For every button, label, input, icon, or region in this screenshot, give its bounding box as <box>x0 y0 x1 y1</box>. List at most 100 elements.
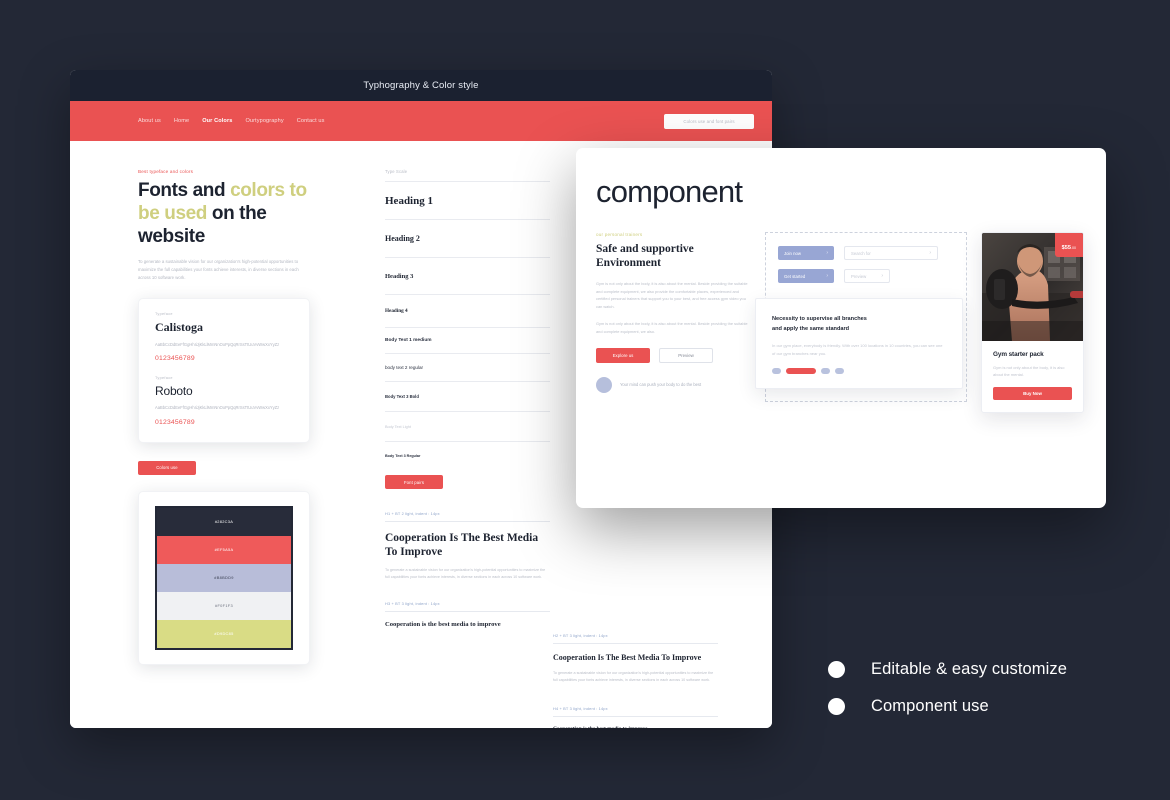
site-navbar: About us Home Our Colors Ourtypography C… <box>70 101 772 141</box>
info-card-title-line2: and apply the same standard <box>772 325 850 332</box>
typeface-name-calistoga: Calistoga <box>155 320 203 335</box>
type-scale-text-body1: Body Text 1 medium <box>385 338 432 343</box>
sample-block-h3: H3 + BT 3 light, indent : 14px Cooperati… <box>385 601 550 629</box>
type-scale-row-body2: body text 2 regular <box>385 353 550 381</box>
typeface-alphabet-calistoga: AaBbCcDdEeFfGgHhIiJjKkLlMmNnOoPpQqRrSsTt… <box>155 342 280 348</box>
product-image: $55.00 <box>982 233 1083 341</box>
legend-item-editable: Editable & easy customize <box>828 660 1067 679</box>
window-titlebar: Typhography & Color style <box>70 70 772 101</box>
carousel-dot-3[interactable] <box>821 368 830 375</box>
colors-use-button[interactable]: Colors use <box>138 460 196 475</box>
sample-spec-h2: H2 + BT 3 light, indent : 14px <box>553 633 608 638</box>
type-scale-text-h1: Heading 1 <box>385 194 433 207</box>
chevron-right-icon: › <box>826 250 828 256</box>
carousel-dot-1[interactable] <box>772 368 781 375</box>
type-scale-row-bodylight: Body Text Light <box>385 411 550 441</box>
nav-link-contact-us[interactable]: Contact us <box>297 118 325 124</box>
nav-links: About us Home Our Colors Ourtypography C… <box>138 118 325 124</box>
swatch-hex-red: #EF5A5A <box>214 547 234 553</box>
sample-spec-h3: H3 + BT 3 light, indent : 14px <box>385 600 440 606</box>
swatch-khaki[interactable]: #D9DC85 <box>157 619 291 648</box>
component-controls-block: Join now › Search for › Get started › Pr… <box>755 232 967 413</box>
chevron-right-icon: › <box>881 273 883 279</box>
component-showcase-card: component our personal trainers Safe and… <box>576 148 1106 508</box>
avatar <box>596 376 612 393</box>
sample-block-h4: H4 + BT 3 light, indent : 14px Cooperati… <box>553 706 718 728</box>
hero-title: Fonts and colors to be used on the websi… <box>138 180 310 248</box>
type-scale-row-body3bold: Body Text 3 Bold <box>385 381 550 411</box>
search-placeholder: Search for <box>851 250 871 256</box>
type-scale-column: Type Scale Heading 1 Heading 2 Heading 3… <box>385 169 550 629</box>
typeface-label: Typeface <box>155 312 173 317</box>
typeface-alphabet-roboto: AaBbCcDdEeFfGgHhIiJjKkLlMmNnOoPpQqRrSsTt… <box>155 405 280 411</box>
preview-button[interactable]: Preview <box>659 347 713 363</box>
type-scale-row-h3: Heading 3 <box>385 257 550 294</box>
join-now-button[interactable]: Join now › <box>778 246 834 260</box>
price-amount: $55 <box>1061 245 1071 251</box>
type-scale-text-body2: body text 2 regular <box>385 365 424 370</box>
sample-block-h1: H1 + BT 2 light, indent : 14px Cooperati… <box>385 511 550 581</box>
nav-link-ourtypography[interactable]: Ourtypography <box>245 118 283 124</box>
type-scale-text-body3bold: Body Text 3 Bold <box>385 394 419 399</box>
hero-title-part1: Fonts and <box>138 180 231 201</box>
typeface-name-roboto: Roboto <box>155 384 193 399</box>
typeface-digits-calistoga: 0123456789 <box>155 355 195 363</box>
swatch-red[interactable]: #EF5A5A <box>157 535 291 564</box>
component-body: our personal trainers Safe and supportiv… <box>596 232 1084 414</box>
join-now-label: Join now <box>784 250 801 256</box>
chevron-right-icon: › <box>929 250 931 256</box>
get-started-button[interactable]: Get started › <box>778 269 834 283</box>
font-pairs-button[interactable]: Font pairs <box>385 475 443 489</box>
explore-us-button[interactable]: Explore us <box>596 347 650 363</box>
sample-heading-h2: Cooperation Is The Best Media To Improve <box>553 653 702 662</box>
swatch-hex-dark: #282C3A <box>214 519 234 525</box>
quote-text: Your mind can push your body to do the b… <box>620 381 702 387</box>
legend-label-editable: Editable & easy customize <box>871 660 1068 678</box>
typeface-digits-roboto: 0123456789 <box>155 418 195 426</box>
typeface-card: Typeface Calistoga AaBbCcDdEeFfGgHhIiJjK… <box>138 298 310 443</box>
controls-row-2: Get started › Preview › <box>778 269 954 283</box>
navbar-cta-button[interactable]: Colors use and font pairs <box>664 113 754 129</box>
component-eyebrow: our personal trainers <box>596 232 643 237</box>
preview-label: Preview <box>678 352 694 358</box>
swatch-offwhite[interactable]: #F0F1F3 <box>157 591 291 620</box>
explore-us-label: Explore us <box>612 352 634 358</box>
component-paragraph-2: Gym is not only about the body, it is al… <box>596 321 748 334</box>
nav-link-about-us[interactable]: About us <box>138 118 161 124</box>
sample-heading-h4: Cooperation is the best media to improve <box>553 726 718 728</box>
type-scale-row-body1: Body Text 1 medium <box>385 327 550 353</box>
price-cents: .00 <box>1071 246 1076 250</box>
preview-ghost-button[interactable]: Preview › <box>844 269 890 283</box>
get-started-label: Get started <box>784 273 806 279</box>
nav-link-home[interactable]: Home <box>174 118 189 124</box>
component-title: component <box>596 174 743 209</box>
bullet-icon <box>828 661 845 678</box>
legend-item-component-use: Component use <box>828 697 1067 716</box>
nav-link-our-colors[interactable]: Our Colors <box>202 118 232 124</box>
typeface-block-calistoga: Typeface Calistoga AaBbCcDdEeFfGgHhIiJjK… <box>155 312 293 362</box>
sample-paragraph-h1: To generate a sustainable vision for our… <box>385 567 546 579</box>
component-product-block: $55.00 Gym starter pack Gym is not only … <box>981 232 1084 414</box>
buy-now-button[interactable]: Buy Now <box>993 387 1072 401</box>
navbar-cta-label: Colors use and font pairs <box>683 118 735 124</box>
typeface-label-2: Typeface <box>155 376 173 381</box>
chevron-right-icon: › <box>826 273 828 279</box>
sample-spec-h1: H1 + BT 2 light, indent : 14px <box>385 511 440 516</box>
product-body: Gym starter pack Gym is not only about t… <box>982 341 1083 412</box>
swatch-dark[interactable]: #282C3A <box>157 507 291 536</box>
carousel-dot-4[interactable] <box>835 368 844 375</box>
type-scale-text-h3: Heading 3 <box>385 272 414 280</box>
component-button-row: Explore us Preview <box>596 347 751 363</box>
info-card-paragraph: In our gym place, everybody is friendly.… <box>772 343 943 356</box>
swatch-hex-offwhite: #F0F1F3 <box>215 603 233 609</box>
swatch-periwinkle[interactable]: #B8BDD9 <box>157 563 291 592</box>
typeface-block-roboto: Typeface Roboto AaBbCcDdEeFfGgHhIiJjKkLl… <box>155 376 293 425</box>
info-card: Necessity to supervise all branches and … <box>755 298 963 390</box>
search-input[interactable]: Search for › <box>844 246 938 260</box>
feature-legend: Editable & easy customize Component use <box>828 660 1067 734</box>
type-scale-row-h2: Heading 2 <box>385 219 550 257</box>
component-quote: Your mind can push your body to do the b… <box>596 376 751 393</box>
sample-block-h2: H2 + BT 3 light, indent : 14px Cooperati… <box>553 633 718 684</box>
carousel-dot-active[interactable] <box>786 368 816 375</box>
carousel-dots <box>772 368 946 375</box>
